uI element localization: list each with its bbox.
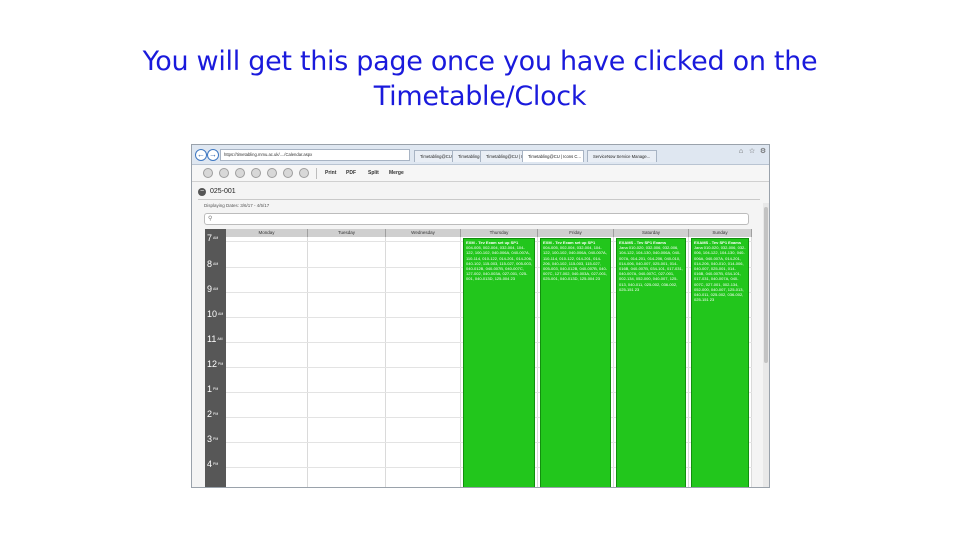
hour-label: 9AM	[205, 284, 226, 309]
hour-label: 11AM	[205, 334, 226, 359]
slide-title: You will get this page once you have cli…	[0, 44, 960, 114]
hour-suffix: AM	[213, 236, 219, 240]
slide-title-line-2: Timetable/Clock	[373, 81, 587, 112]
hour-label: 1PM	[205, 384, 226, 409]
day-header-friday: Friday	[538, 229, 614, 237]
hour-number: 3	[207, 434, 213, 444]
hour-number: 9	[207, 284, 213, 294]
calendar-header: − 025-001	[198, 187, 758, 197]
hour-label: 10AM	[205, 309, 226, 334]
hour-label: 8AM	[205, 259, 226, 284]
header-divider	[198, 199, 760, 200]
slide-title-line-1: You will get this page once you have cli…	[142, 46, 818, 77]
hour-suffix: AM	[218, 312, 224, 316]
hour-number: 12	[207, 359, 218, 369]
calendar-event-thursday[interactable]: EXM - Tev Exam set up SP1 004-005, 002-00…	[463, 238, 535, 487]
calendar-event-friday[interactable]: EXM - Tev Exam set up SP1 004-005, 002-00…	[540, 238, 611, 487]
browser-tab-bar: ← → https://timetabling.mmu.ac.uk/..../C…	[192, 145, 769, 165]
browser-tab-4-active[interactable]: Timetabling@CU | Icons C...	[522, 150, 584, 162]
address-bar[interactable]: https://timetabling.mmu.ac.uk/..../Calen…	[220, 149, 410, 161]
weekly-calendar-grid: 7AM 8AM 9AM 10AM 11AM 12PM 1PM 2PM 3PM 4PM Monday…	[205, 229, 752, 487]
hour-suffix: AM	[213, 287, 219, 291]
calendar-event-saturday[interactable]: EXAMS - Tev SP1 Exams Jana 010-020, 032-0…	[616, 238, 686, 487]
day-column-monday[interactable]	[226, 237, 308, 487]
today-icon[interactable]	[235, 168, 245, 178]
hour-number: 4	[207, 459, 213, 469]
hour-label: 12PM	[205, 359, 226, 384]
previous-page-icon[interactable]	[219, 168, 229, 178]
hour-suffix: PM	[213, 387, 219, 391]
hour-suffix: AM	[213, 262, 219, 266]
week-view-icon[interactable]	[299, 168, 309, 178]
browser-tab-5[interactable]: ServiceNow Service Manage...	[587, 150, 657, 162]
day-header-saturday: Saturday	[614, 229, 689, 237]
hour-suffix: PM	[213, 437, 219, 441]
day-view-icon[interactable]	[283, 168, 293, 178]
hour-number: 10	[207, 309, 218, 319]
favorites-star-icon[interactable]: ☆	[748, 148, 756, 156]
hour-number: 8	[207, 259, 213, 269]
day-header-sunday: Sunday	[689, 229, 752, 237]
search-icon: ⚲	[208, 216, 213, 222]
print-button[interactable]: Print	[325, 168, 336, 179]
hour-number: 7	[207, 233, 213, 243]
next-page-icon[interactable]	[251, 168, 261, 178]
displaying-dates-text: Displaying Dates: 3/6/17 - 4/5/17	[204, 203, 270, 208]
hour-suffix: PM	[213, 412, 219, 416]
event-rooms: Jana 010-020, 032-006, 032-006, 104-122,…	[619, 245, 683, 292]
hour-number: 11	[207, 334, 217, 344]
collapse-minus-icon[interactable]: −	[198, 188, 206, 196]
day-header-wednesday: Wednesday	[386, 229, 461, 237]
calendar-event-sunday[interactable]: EXAMS - Tev SP1 Exams Jana 010-020, 032-0…	[691, 238, 749, 487]
calendar-code: 025-001	[210, 188, 236, 195]
hour-label: 4PM	[205, 459, 226, 484]
back-arrow-icon[interactable]: ←	[195, 149, 207, 161]
merge-button[interactable]: Merge	[389, 168, 404, 179]
filter-search-bar[interactable]: ⚲	[204, 213, 749, 225]
scrollbar-thumb[interactable]	[764, 207, 768, 363]
last-page-icon[interactable]	[267, 168, 277, 178]
hour-number: 2	[207, 409, 213, 419]
pdf-button[interactable]: PDF	[346, 168, 356, 179]
hour-suffix: PM	[218, 362, 224, 366]
day-column-tuesday[interactable]	[308, 237, 386, 487]
home-icon[interactable]: ⌂	[737, 148, 745, 156]
day-header-thursday: Thursday	[461, 229, 538, 237]
forward-arrow-icon[interactable]: →	[207, 149, 219, 161]
day-header-monday: Monday	[226, 229, 308, 237]
hour-suffix: PM	[213, 462, 219, 466]
hour-label: 7AM	[205, 233, 226, 258]
split-button[interactable]: Split	[368, 168, 379, 179]
browser-screenshot: ← → https://timetabling.mmu.ac.uk/..../C…	[191, 144, 770, 488]
hour-label: 2PM	[205, 409, 226, 434]
hour-suffix: AM	[217, 337, 223, 341]
settings-gear-icon[interactable]: ⚙	[759, 148, 767, 156]
event-rooms: 004-005, 002-004, 032-004, 104-122, 100-…	[466, 245, 532, 282]
day-column-wednesday[interactable]	[386, 237, 461, 487]
toolbar-divider	[316, 168, 317, 179]
event-rooms: Jana 010-020, 032-006, 032-006, 104-122,…	[694, 245, 746, 303]
calendar-toolbar: Print PDF Split Merge	[192, 165, 769, 182]
first-page-icon[interactable]	[203, 168, 213, 178]
hour-label: 3PM	[205, 434, 226, 459]
hour-number: 1	[207, 384, 213, 394]
day-header-tuesday: Tuesday	[308, 229, 386, 237]
event-rooms: 004-005, 002-004, 032-004, 104-122, 100-…	[543, 245, 608, 282]
